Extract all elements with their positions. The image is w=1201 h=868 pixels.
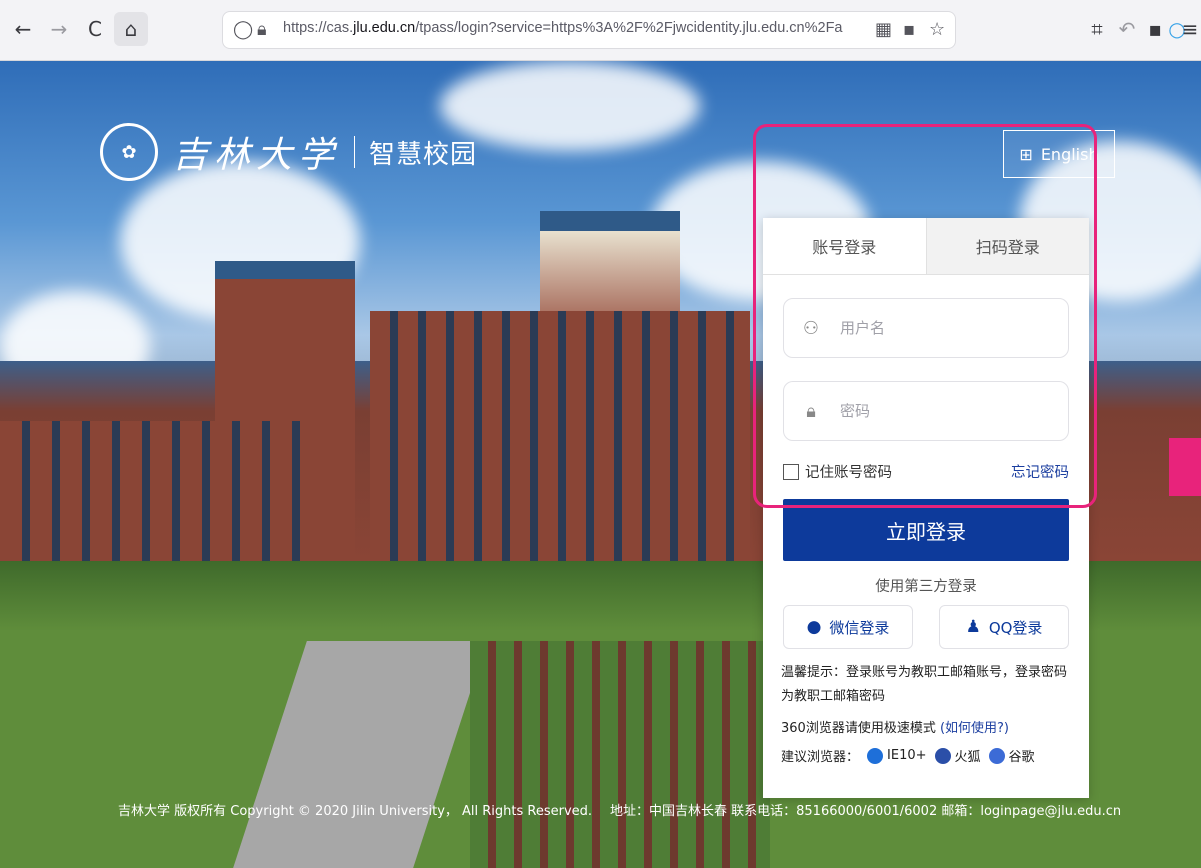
address-bar[interactable]: ◯ 🔒︎ https://cas.jlu.edu.cn/tpass/login?… [222,11,956,49]
footer-copyright: 吉林大学 版权所有 Copyright © 2020 Jilin Univers… [118,804,593,819]
wechat-label: 微信登录 [829,618,890,637]
url-rest: /tpass/login?service=https%3A%2F%2Fjwcid… [415,20,843,36]
user-icon: ⚇ [802,317,820,339]
username-field[interactable]: ⚇ [783,298,1069,358]
logo-school-name: 吉林大学 [172,135,341,176]
browser-chrome: 谷歌 [1008,750,1035,765]
translate-icon: ⊞ [1019,144,1033,164]
browser-ie: IE10+ [887,748,927,763]
browser-mode-text: 360浏览器请使用极速模式 [781,721,940,736]
url-domain: jlu.edu.cn [353,20,416,36]
browser-firefox: 火狐 [954,750,981,765]
lock-icon: 🔒︎ [806,400,816,422]
remember-checkbox[interactable] [783,463,799,480]
center-wing [370,311,750,561]
extension-icon[interactable]: ▪ [903,19,915,40]
browser-mode-tip: 360浏览器请使用极速模式 (如何使用?) [781,717,1077,741]
garden [470,641,770,868]
password-field[interactable]: 🔒︎ [783,381,1069,441]
remember-me[interactable]: 记住账号密码 [783,461,892,482]
qq-icon: ♟ [965,617,981,637]
third-party-title: 使用第三方登录 [875,579,977,595]
remember-label: 记住账号密码 [805,465,892,481]
crop-icon[interactable]: ⌗ [1080,12,1114,46]
tip-text: 温馨提示：登录账号为教职工邮箱账号，登录密码为教职工邮箱密码 [781,665,1068,704]
wechat-icon: ● [806,617,822,637]
url-prefix: https://cas. [283,20,354,36]
logo-subtitle: 智慧校园 [369,139,478,170]
recommended-browsers: 建议浏览器： IE10+ 火狐 谷歌 [781,746,1035,765]
reload-icon[interactable]: C [78,12,112,46]
lock-icon[interactable]: 🔒︎ [257,19,267,40]
browser-toolbar: ← → C ⌂ ◯ 🔒︎ https://cas.jlu.edu.cn/tpas… [0,0,1201,61]
chrome-icon [988,747,1005,764]
ie-icon [867,747,884,764]
qq-label: QQ登录 [988,618,1043,637]
forward-icon[interactable]: → [42,12,76,46]
qr-code-icon[interactable]: ▦ [875,19,892,40]
language-switch-button[interactable]: ⊞ English [1003,130,1115,178]
left-wing [0,421,310,561]
username-input[interactable] [838,318,1042,338]
side-tab[interactable] [1169,438,1201,496]
qq-login-button[interactable]: ♟ QQ登录 [939,605,1069,649]
shield-icon[interactable]: ◯ [233,19,253,40]
university-logo: ✿ 吉林大学 智慧校园 [100,123,477,181]
firefox-icon [934,747,951,764]
wechat-login-button[interactable]: ● 微信登录 [783,605,913,649]
footer: 吉林大学 版权所有 Copyright © 2020 Jilin Univers… [0,800,1201,824]
forgot-password-link[interactable]: 忘记密码 [1011,461,1069,482]
how-to-use-link[interactable]: (如何使用?) [940,721,1009,736]
browsers-label: 建议浏览器： [781,750,860,765]
login-button[interactable]: 立即登录 [783,499,1069,561]
university-seal-icon: ✿ [100,123,158,181]
bookmark-star-icon[interactable]: ☆ [929,19,945,40]
back-icon[interactable]: ← [6,12,40,46]
home-icon[interactable]: ⌂ [114,12,148,46]
tab-qr-login[interactable]: 扫码登录 [925,218,1089,274]
campus-background: ✿ 吉林大学 智慧校园 ⊞ English 账号登录 扫码登录 ⚇ 🔒︎ 记住账… [0,61,1201,868]
menu-icon[interactable]: ≡ [1180,12,1200,46]
footer-address: 地址：中国吉林长春 联系电话：85166000/6001/6002 邮箱：log… [610,804,1122,819]
tab-account-login[interactable]: 账号登录 [763,218,926,274]
login-tabs: 账号登录 扫码登录 [763,218,1089,275]
cloud-shape [440,61,700,151]
logo-divider [354,136,356,168]
password-input[interactable] [838,401,1042,421]
language-label: English [1040,144,1099,164]
login-panel: 账号登录 扫码登录 ⚇ 🔒︎ 记住账号密码 忘记密码 立即登录 使用第三方登录 … [763,218,1089,798]
url-text[interactable]: https://cas.jlu.edu.cn/tpass/login?servi… [283,20,843,36]
